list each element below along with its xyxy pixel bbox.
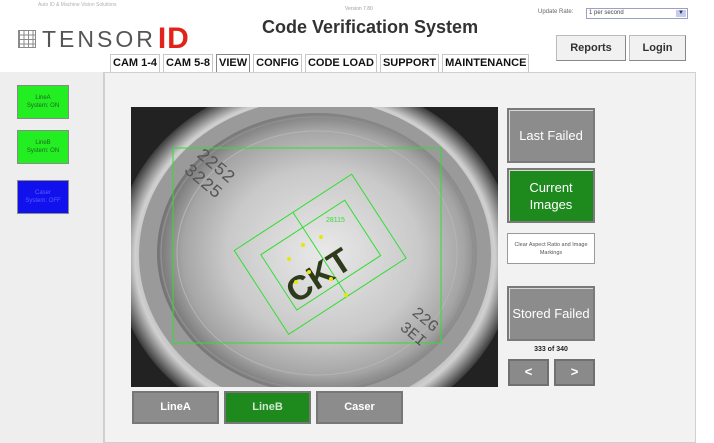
update-rate-value: 1 per second	[589, 10, 624, 16]
update-rate-label: Update Rate:	[538, 9, 574, 15]
line-a-name: LineA	[35, 95, 51, 101]
overlay-label: 28115	[326, 217, 345, 224]
caser-state: System: OFF	[25, 198, 61, 204]
line-a-state: System: ON	[26, 103, 60, 109]
tab-code-load[interactable]: CODE LOAD	[304, 54, 377, 72]
reports-button[interactable]: Reports	[556, 35, 626, 61]
line-a-button[interactable]: LineA	[132, 391, 219, 424]
tab-bar: CAM 1-4 CAM 5-8 VIEW CONFIG CODE LOAD SU…	[110, 54, 532, 72]
camera-image-svg: 2252 3225 22G 3EI CKT 28115	[131, 107, 498, 387]
tensor-id-logo: TENSOR ID	[18, 22, 190, 56]
clear-aspect-ratio-button[interactable]: Clear Aspect Ratio and Image Markings	[507, 233, 595, 264]
tab-support[interactable]: SUPPORT	[379, 54, 440, 72]
previous-image-button[interactable]: <	[508, 359, 549, 386]
tab-cam-1-4[interactable]: CAM 1-4	[110, 54, 161, 72]
caser-button[interactable]: Caser	[316, 391, 403, 424]
brand-tagline: Auto ID & Machine Vision Solutions	[38, 2, 117, 8]
version-label: Version 7.80	[345, 6, 373, 12]
line-a-status[interactable]: LineA System: ON	[17, 85, 69, 119]
logo-grid-icon	[18, 30, 36, 48]
page-title: Code Verification System	[262, 17, 479, 37]
current-images-button[interactable]: Current Images	[507, 168, 595, 223]
image-counter: 333 of 340	[534, 346, 568, 353]
tab-config[interactable]: CONFIG	[253, 54, 302, 72]
last-failed-button[interactable]: Last Failed	[507, 108, 595, 163]
update-rate-select[interactable]: 1 per second ▼	[586, 8, 688, 19]
logo-text: TENSOR	[42, 25, 156, 52]
tab-view[interactable]: VIEW	[216, 54, 251, 72]
logo-id: ID	[157, 22, 190, 55]
tab-cam-5-8[interactable]: CAM 5-8	[163, 54, 214, 72]
caser-name: Caser	[34, 190, 51, 196]
line-b-name: LineB	[35, 140, 51, 146]
line-b-state: System: ON	[26, 148, 60, 154]
login-button[interactable]: Login	[629, 35, 686, 61]
line-b-status[interactable]: LineB System: ON	[17, 130, 69, 164]
camera-image[interactable]: 2252 3225 22G 3EI CKT 28115	[131, 107, 498, 387]
stored-failed-button[interactable]: Stored Failed	[507, 286, 595, 341]
sidebar: LineA System: ON LineB System: ON Caser …	[0, 72, 104, 443]
line-b-button[interactable]: LineB	[224, 391, 311, 424]
tab-maintenance[interactable]: MAINTENANCE	[442, 54, 530, 72]
caser-status[interactable]: Caser System: OFF	[17, 180, 69, 214]
window-edge	[696, 72, 714, 443]
next-image-button[interactable]: >	[554, 359, 595, 386]
chevron-down-icon[interactable]: ▼	[676, 10, 686, 17]
